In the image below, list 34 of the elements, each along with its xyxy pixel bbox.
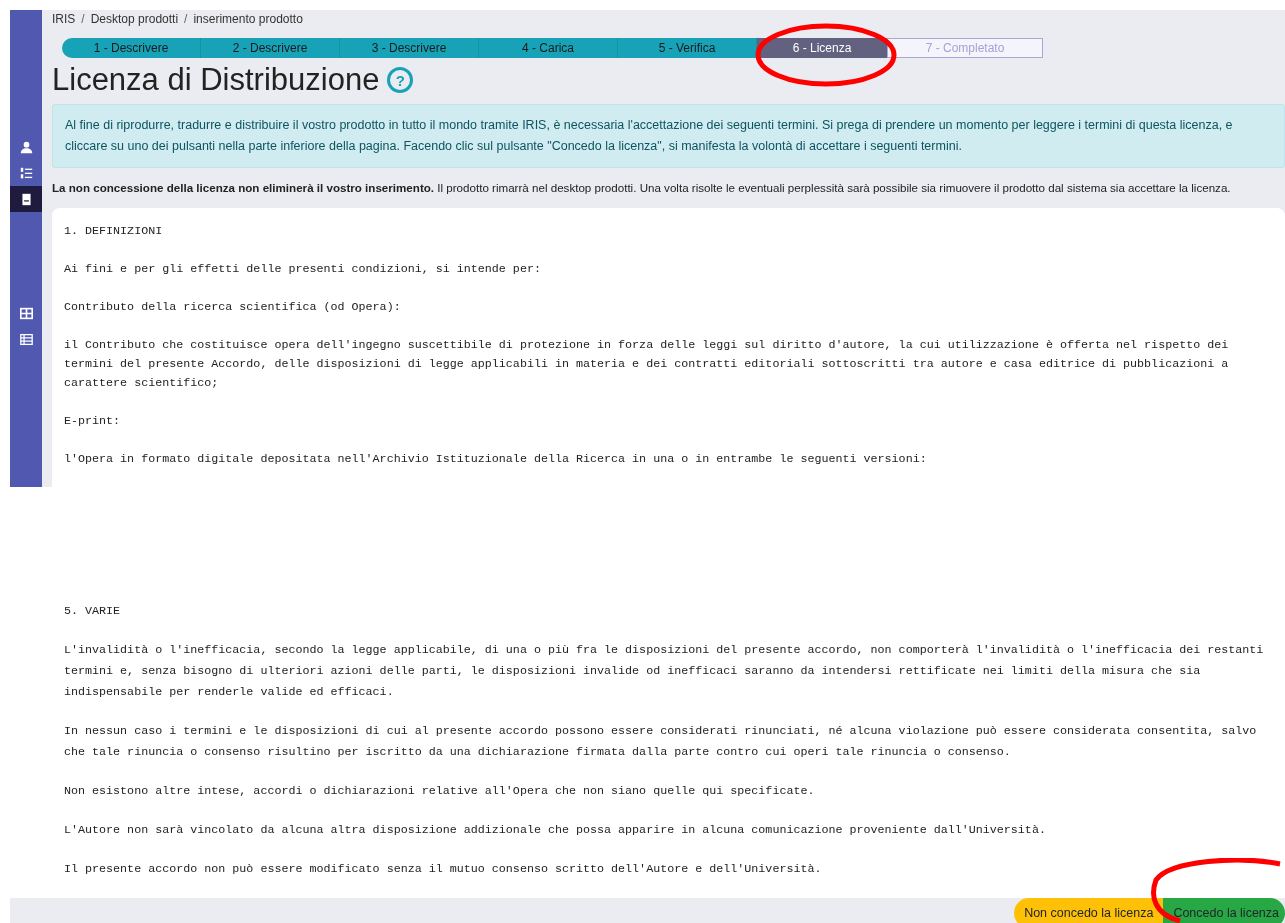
- list-icon: [19, 332, 33, 346]
- numbered-list-icon: [19, 166, 33, 180]
- license-paragraph: 5. VARIE: [64, 603, 122, 620]
- license-paragraph: E-print:: [64, 413, 122, 431]
- accept-button[interactable]: Concedo la licenza: [1163, 898, 1285, 923]
- breadcrumb-separator: /: [184, 11, 188, 27]
- license-paragraph: Il presente accordo non può essere modificato senza il mutuo consenso scritto dell'Autore e dell'Università.: [64, 861, 823, 878]
- decline-button[interactable]: Non concedo la licenza: [1014, 898, 1164, 923]
- table-icon: [19, 306, 33, 320]
- license-paragraph: Contributo della ricerca scientifica (od Opera):: [64, 299, 402, 317]
- step-tab[interactable]: 5 - Verifica: [618, 38, 757, 58]
- license-paragraph: il Contributo che costituisce opera dell'ingegno suscettibile di protezione in forza delle leggi sul diritto d'autore, la cui utilizzazione è offerta nel rispetto dei termini del presente Accordo, delle disposizioni di legge applicabili in materia e dei contratti editoriali sottoscritti tra autore e casa editrice di pubblicazioni a carattere scientifico;: [64, 337, 1230, 393]
- breadcrumb-link[interactable]: IRIS: [52, 11, 76, 27]
- step-tab[interactable]: 4 - Carica: [479, 38, 618, 58]
- license-paragraph: l'Opera in formato digitale depositata nell'Archivio Istituzionale della Ricerca in una o in entrambe le seguenti versioni:: [64, 451, 928, 469]
- license-paragraph: 1. DEFINIZIONI: [64, 223, 164, 241]
- license-paragraph: Ai fini e per gli effetti delle presenti condizioni, si intende per:: [64, 261, 542, 279]
- breadcrumb-link[interactable]: inserimento prodotto: [193, 11, 303, 27]
- license-paragraph: Non esistono altre intese, accordi o dichiarazioni relative all'Opera che non siano quelle qui specificate.: [64, 783, 816, 800]
- breadcrumb-separator: /: [81, 11, 85, 27]
- license-paragraph: In nessun caso i termini e le disposizioni di cui al presente accordo possono essere considerati rinunciati, né alcuna violazione può essere considerata consentita, salvo che tale rinuncia o consenso risultino per iscritto da una dichiarazione firmata dalla parte contro cui operi tale rinuncia o consenso.: [64, 723, 1258, 761]
- step-tab[interactable]: 1 - Descrivere: [62, 38, 201, 58]
- book-icon: [19, 192, 33, 206]
- notice-text: La non concessione della licenza non eliminerà il vostro inserimento. Il prodotto rimarrà nel desktop prodotti. Una volta risolte le eventuali perplessità sarà possibile sia rimuovere il prodotto dal sistema sia accettare la licenza.: [52, 180, 1232, 196]
- license-paragraph: L'invalidità o l'inefficacia, secondo la legge applicabile, di una o più fra le disposizioni del presente accordo, non comporterà l'invalidità o l'inefficacia dei restanti termini e, senza bisogno di ulteriori azioni delle parti, le disposizioni invalide od inefficaci saranno da intendersi rettificate nei limiti della misura che sia indispensabile per renderle valide ed efficaci.: [64, 642, 1265, 701]
- breadcrumb-link[interactable]: Desktop prodotti: [90, 11, 179, 27]
- info-alert: Al fine di riprodurre, tradurre e distribuire il vostro prodotto in tutto il mondo tramite IRIS, è necessaria l'accettazione dei seguenti termini. Si prega di prendere un momento per leggere i termini di questa licenza, e cliccare su uno dei pulsanti nella parte inferiore della pagina. Facendo clic sul pulsante "Concedo la licenza", si manifesta la volontà di accettare i seguenti termini.: [52, 104, 1285, 168]
- sidebar-item[interactable]: [10, 186, 42, 212]
- user-icon: [19, 140, 33, 154]
- step-tab[interactable]: 6 - Licenza: [757, 38, 887, 58]
- license-paragraph: L'Autore non sarà vincolato da alcuna altra disposizione addizionale che possa apparire in alcuna comunicazione proveniente dall'Università.: [64, 822, 1047, 839]
- step-tab[interactable]: 3 - Descrivere: [340, 38, 479, 58]
- step-tab[interactable]: 2 - Descrivere: [201, 38, 340, 58]
- page-title: Licenza di Distribuzione: [52, 62, 380, 98]
